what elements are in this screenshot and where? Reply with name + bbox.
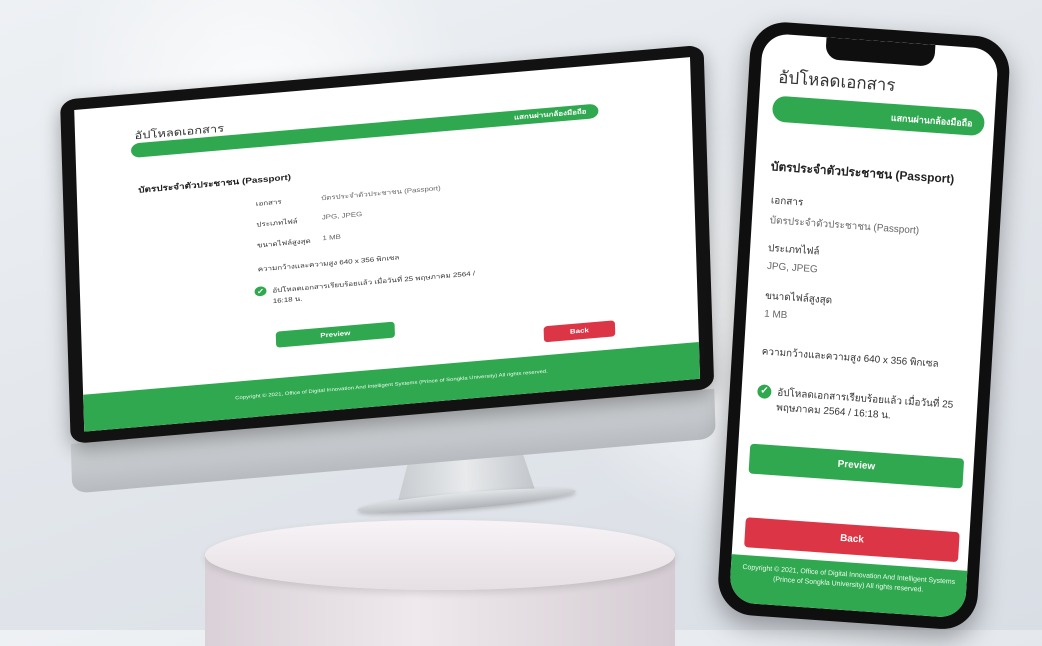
upload-status-text: อัปโหลดเอกสารเรียบร้อยแล้ว เมื่อวันที่ 2… — [776, 387, 954, 422]
desktop-screen: อัปโหลดเอกสาร แสกนผ่านกล้องมือถือ บัตรปร… — [74, 57, 701, 432]
max-size-value: 1 MB — [322, 233, 342, 242]
document-label: เอกสาร — [770, 195, 804, 209]
max-size-label: ขนาดไฟล์สูงสุด — [257, 237, 311, 250]
footer: Copyright © 2021, Office of Digital Inno… — [728, 554, 968, 619]
file-type-label: ประเภทไฟล์ — [256, 217, 298, 229]
page-title: อัปโหลดเอกสาร — [777, 67, 896, 96]
section-title: บัตรประจำตัวประชาชน (Passport) — [770, 159, 955, 187]
monitor-bezel: อัปโหลดเอกสาร แสกนผ่านกล้องมือถือ บัตรปร… — [60, 44, 715, 444]
check-circle-icon: ✓ — [757, 384, 772, 400]
back-button[interactable]: Back — [744, 517, 960, 563]
max-dimensions-text: ความกว้างและความสูง 640 x 356 พิกเซล — [257, 253, 400, 274]
max-size-label: ขนาดไฟล์สูงสุด — [764, 290, 833, 307]
section-title: บัตรประจำตัวประชาชน (Passport) — [138, 173, 292, 196]
upload-status-text: อัปโหลดเอกสารเรียบร้อยแล้ว เมื่อวันที่ 2… — [272, 269, 476, 305]
max-dimensions-text: ความกว้างและความสูง 640 x 356 พิกเซล — [761, 346, 939, 370]
file-type-value: JPG, JPEG — [766, 260, 818, 276]
scan-camera-button[interactable]: แสกนผ่านกล้องมือถือ — [890, 111, 973, 131]
top-action-bar: แสกนผ่านกล้องมือถือ — [771, 95, 986, 137]
document-value: บัตรประจำตัวประชาชน (Passport) — [321, 184, 441, 202]
back-button[interactable]: Back — [543, 320, 616, 343]
document-label: เอกสาร — [255, 198, 282, 208]
max-size-value: 1 MB — [763, 308, 788, 322]
file-type-label: ประเภทไฟล์ — [767, 242, 820, 258]
phone-notch — [825, 37, 936, 67]
upload-status: ✓ อัปโหลดเอกสารเรียบร้อยแล้ว เมื่อวันที่… — [254, 267, 492, 308]
pedestal-top — [205, 520, 675, 590]
footer-text: Copyright © 2021, Office of Digital Inno… — [235, 369, 548, 401]
scan-camera-button[interactable]: แสกนผ่านกล้องมือถือ — [514, 106, 587, 123]
preview-button[interactable]: Preview — [275, 321, 395, 348]
file-type-value: JPG, JPEG — [321, 210, 363, 222]
upload-status: ✓ อัปโหลดเอกสารเรียบร้อยแล้ว เมื่อวันที่… — [756, 384, 966, 429]
check-circle-icon: ✓ — [254, 286, 267, 297]
preview-button[interactable]: Preview — [748, 443, 965, 489]
mobile-screen: อัปโหลดเอกสาร แสกนผ่านกล้องมือถือ บัตรปร… — [728, 32, 999, 619]
desktop-monitor: อัปโหลดเอกสาร แสกนผ่านกล้องมือถือ บัตรปร… — [60, 44, 716, 519]
footer-text: Copyright © 2021, Office of Digital Inno… — [742, 563, 956, 594]
mobile-phone: อัปโหลดเอกสาร แสกนผ่านกล้องมือถือ บัตรปร… — [716, 20, 1012, 632]
document-value: บัตรประจำตัวประชาชน (Passport) — [769, 215, 920, 237]
phone-frame: อัปโหลดเอกสาร แสกนผ่านกล้องมือถือ บัตรปร… — [716, 20, 1012, 632]
